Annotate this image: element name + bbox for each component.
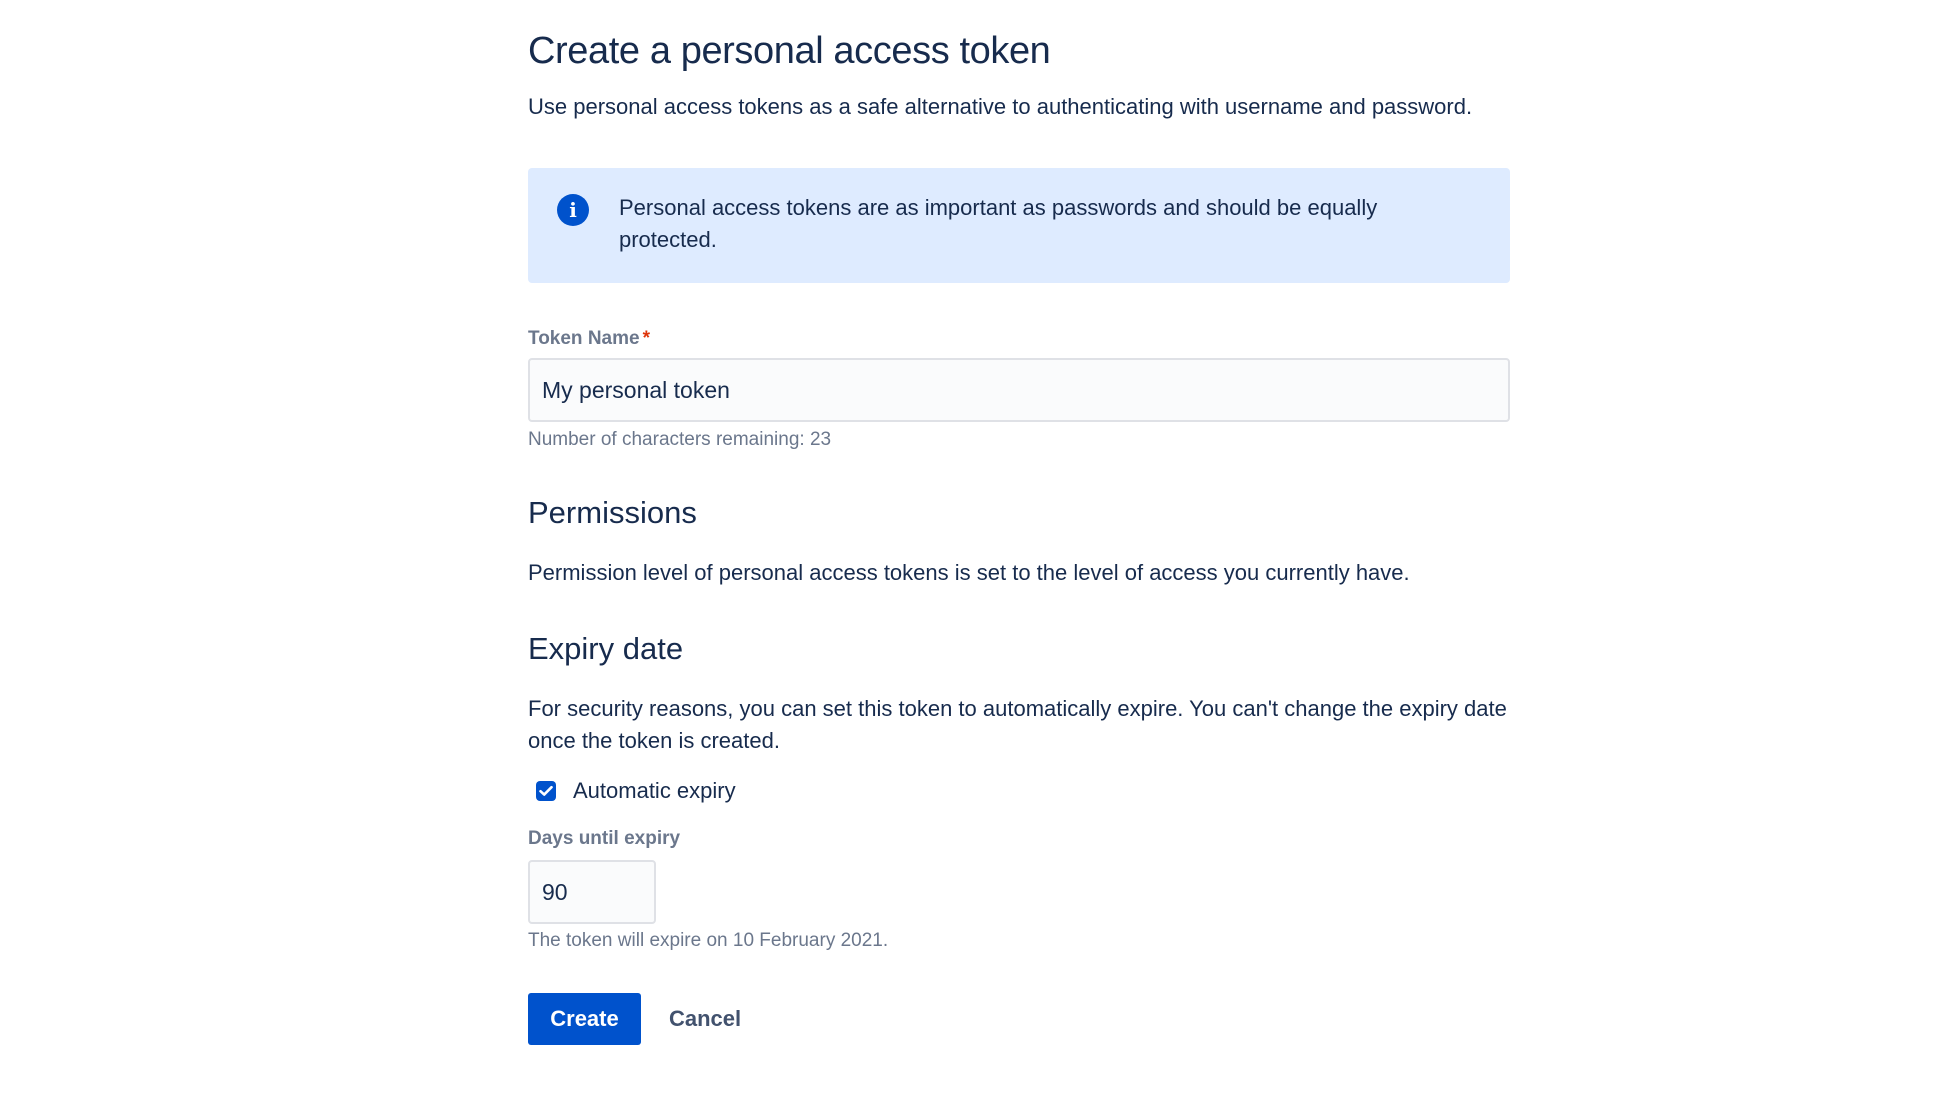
- checkmark-icon: [539, 785, 553, 796]
- page-title: Create a personal access token: [528, 30, 1051, 72]
- token-name-label-text: Token Name: [528, 328, 640, 349]
- create-button[interactable]: Create: [528, 993, 641, 1045]
- days-until-expiry-label: Days until expiry: [528, 828, 681, 849]
- expiry-description: For security reasons, you can set this t…: [528, 696, 1507, 753]
- required-indicator: *: [642, 328, 650, 349]
- info-icon: i: [557, 194, 589, 226]
- automatic-expiry-label: Automatic expiry: [573, 778, 736, 803]
- permissions-description: Permission level of personal access toke…: [528, 560, 1410, 585]
- characters-remaining-text: Number of characters remaining: 23: [528, 429, 832, 450]
- cancel-button[interactable]: Cancel: [665, 993, 745, 1045]
- automatic-expiry-checkbox[interactable]: [536, 781, 556, 801]
- info-banner-text: Personal access tokens are as important …: [619, 195, 1378, 252]
- info-banner: i Personal access tokens are as importan…: [528, 168, 1510, 283]
- token-name-label: Token Name *: [528, 328, 650, 350]
- token-name-input[interactable]: [528, 358, 1510, 422]
- page-description: Use personal access tokens as a safe alt…: [528, 94, 1473, 119]
- automatic-expiry-option[interactable]: Automatic expiry: [536, 776, 736, 806]
- permissions-heading: Permissions: [528, 495, 697, 530]
- days-until-expiry-input[interactable]: [528, 860, 656, 924]
- expiry-date-helper: The token will expire on 10 February 202…: [528, 930, 889, 951]
- expiry-date-heading: Expiry date: [528, 631, 684, 666]
